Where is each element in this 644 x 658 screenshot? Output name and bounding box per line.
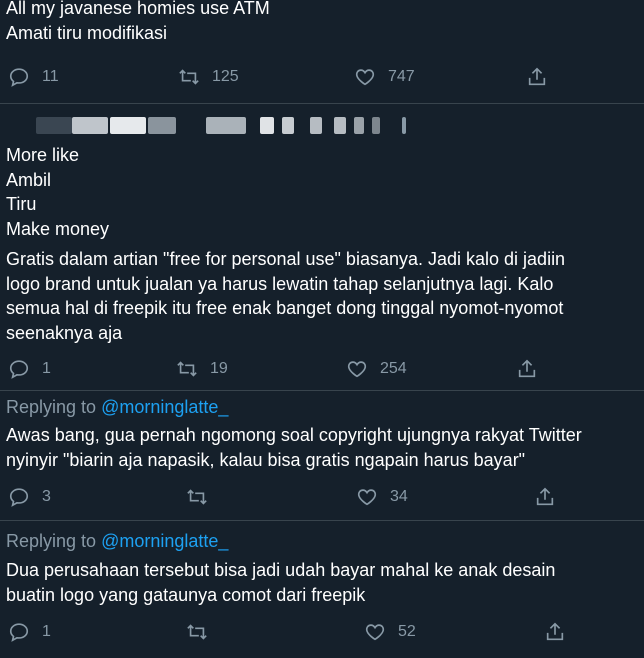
- like-icon: [365, 624, 385, 641]
- share-button[interactable]: [544, 621, 578, 643]
- retweet-button[interactable]: 125: [178, 66, 239, 88]
- reply-count: 1: [42, 623, 51, 640]
- reply-button[interactable]: 3: [8, 486, 52, 508]
- share-button[interactable]: [526, 66, 560, 88]
- like-count: 52: [398, 623, 416, 640]
- replying-to-handle[interactable]: @morninglatte_: [101, 531, 228, 551]
- retweet-icon: [177, 361, 197, 377]
- tweet-actions: 11 125 747: [0, 66, 644, 90]
- share-icon: [528, 67, 546, 86]
- retweet-icon: [179, 69, 199, 85]
- like-button[interactable]: 254: [346, 358, 407, 380]
- tweet-divider: [0, 103, 644, 104]
- share-icon: [518, 359, 536, 378]
- tweet-actions: 1 19 254: [0, 358, 644, 382]
- like-count: 254: [380, 360, 407, 377]
- tweet-text: More like Ambil Tiru Make money: [6, 145, 110, 239]
- tweet-divider: [0, 390, 644, 391]
- tweet-divider: [0, 520, 644, 521]
- like-icon: [347, 361, 367, 378]
- share-button[interactable]: [534, 486, 568, 508]
- retweet-count: 125: [212, 68, 239, 85]
- like-button[interactable]: 747: [354, 66, 415, 88]
- reply-icon: [9, 623, 29, 642]
- reply-icon: [9, 488, 29, 507]
- like-button[interactable]: 34: [356, 486, 408, 508]
- reply-button[interactable]: 1: [8, 358, 52, 380]
- replying-to-label: Replying to: [6, 397, 97, 417]
- reply-button[interactable]: 11: [8, 66, 59, 88]
- like-count: 34: [390, 488, 408, 505]
- replying-to: Replying to @morninglatte_: [6, 397, 228, 418]
- reply-count: 1: [42, 360, 51, 377]
- reply-icon: [9, 360, 29, 379]
- reply-count: 3: [42, 488, 51, 505]
- tweet-actions: 3 34: [0, 486, 644, 510]
- replying-to-label: Replying to: [6, 531, 97, 551]
- like-count: 747: [388, 68, 415, 85]
- tweet-actions: 1 52: [0, 621, 644, 645]
- tweet-text: All my javanese homies use ATM Amati tir…: [6, 0, 270, 43]
- share-icon: [546, 622, 564, 641]
- retweet-icon: [187, 489, 207, 505]
- like-icon: [357, 489, 377, 506]
- share-icon: [536, 487, 554, 506]
- retweet-button[interactable]: 19: [176, 358, 228, 380]
- retweet-count: 19: [210, 360, 228, 377]
- replying-to: Replying to @morninglatte_: [6, 531, 228, 552]
- tweet-text: Dua perusahaan tersebut bisa jadi udah b…: [6, 560, 556, 605]
- reply-icon: [9, 68, 29, 87]
- retweet-button[interactable]: [186, 621, 230, 643]
- retweet-button[interactable]: [186, 486, 230, 508]
- reply-button[interactable]: 1: [8, 621, 52, 643]
- retweet-icon: [187, 624, 207, 640]
- share-button[interactable]: [516, 358, 550, 380]
- like-icon: [355, 69, 375, 86]
- quoted-text: Gratis dalam artian "free for personal u…: [6, 249, 566, 343]
- reply-count: 11: [42, 68, 59, 85]
- like-button[interactable]: 52: [364, 621, 416, 643]
- tweet-text: Awas bang, gua pernah ngomong soal copyr…: [6, 425, 582, 470]
- replying-to-handle[interactable]: @morninglatte_: [101, 397, 228, 417]
